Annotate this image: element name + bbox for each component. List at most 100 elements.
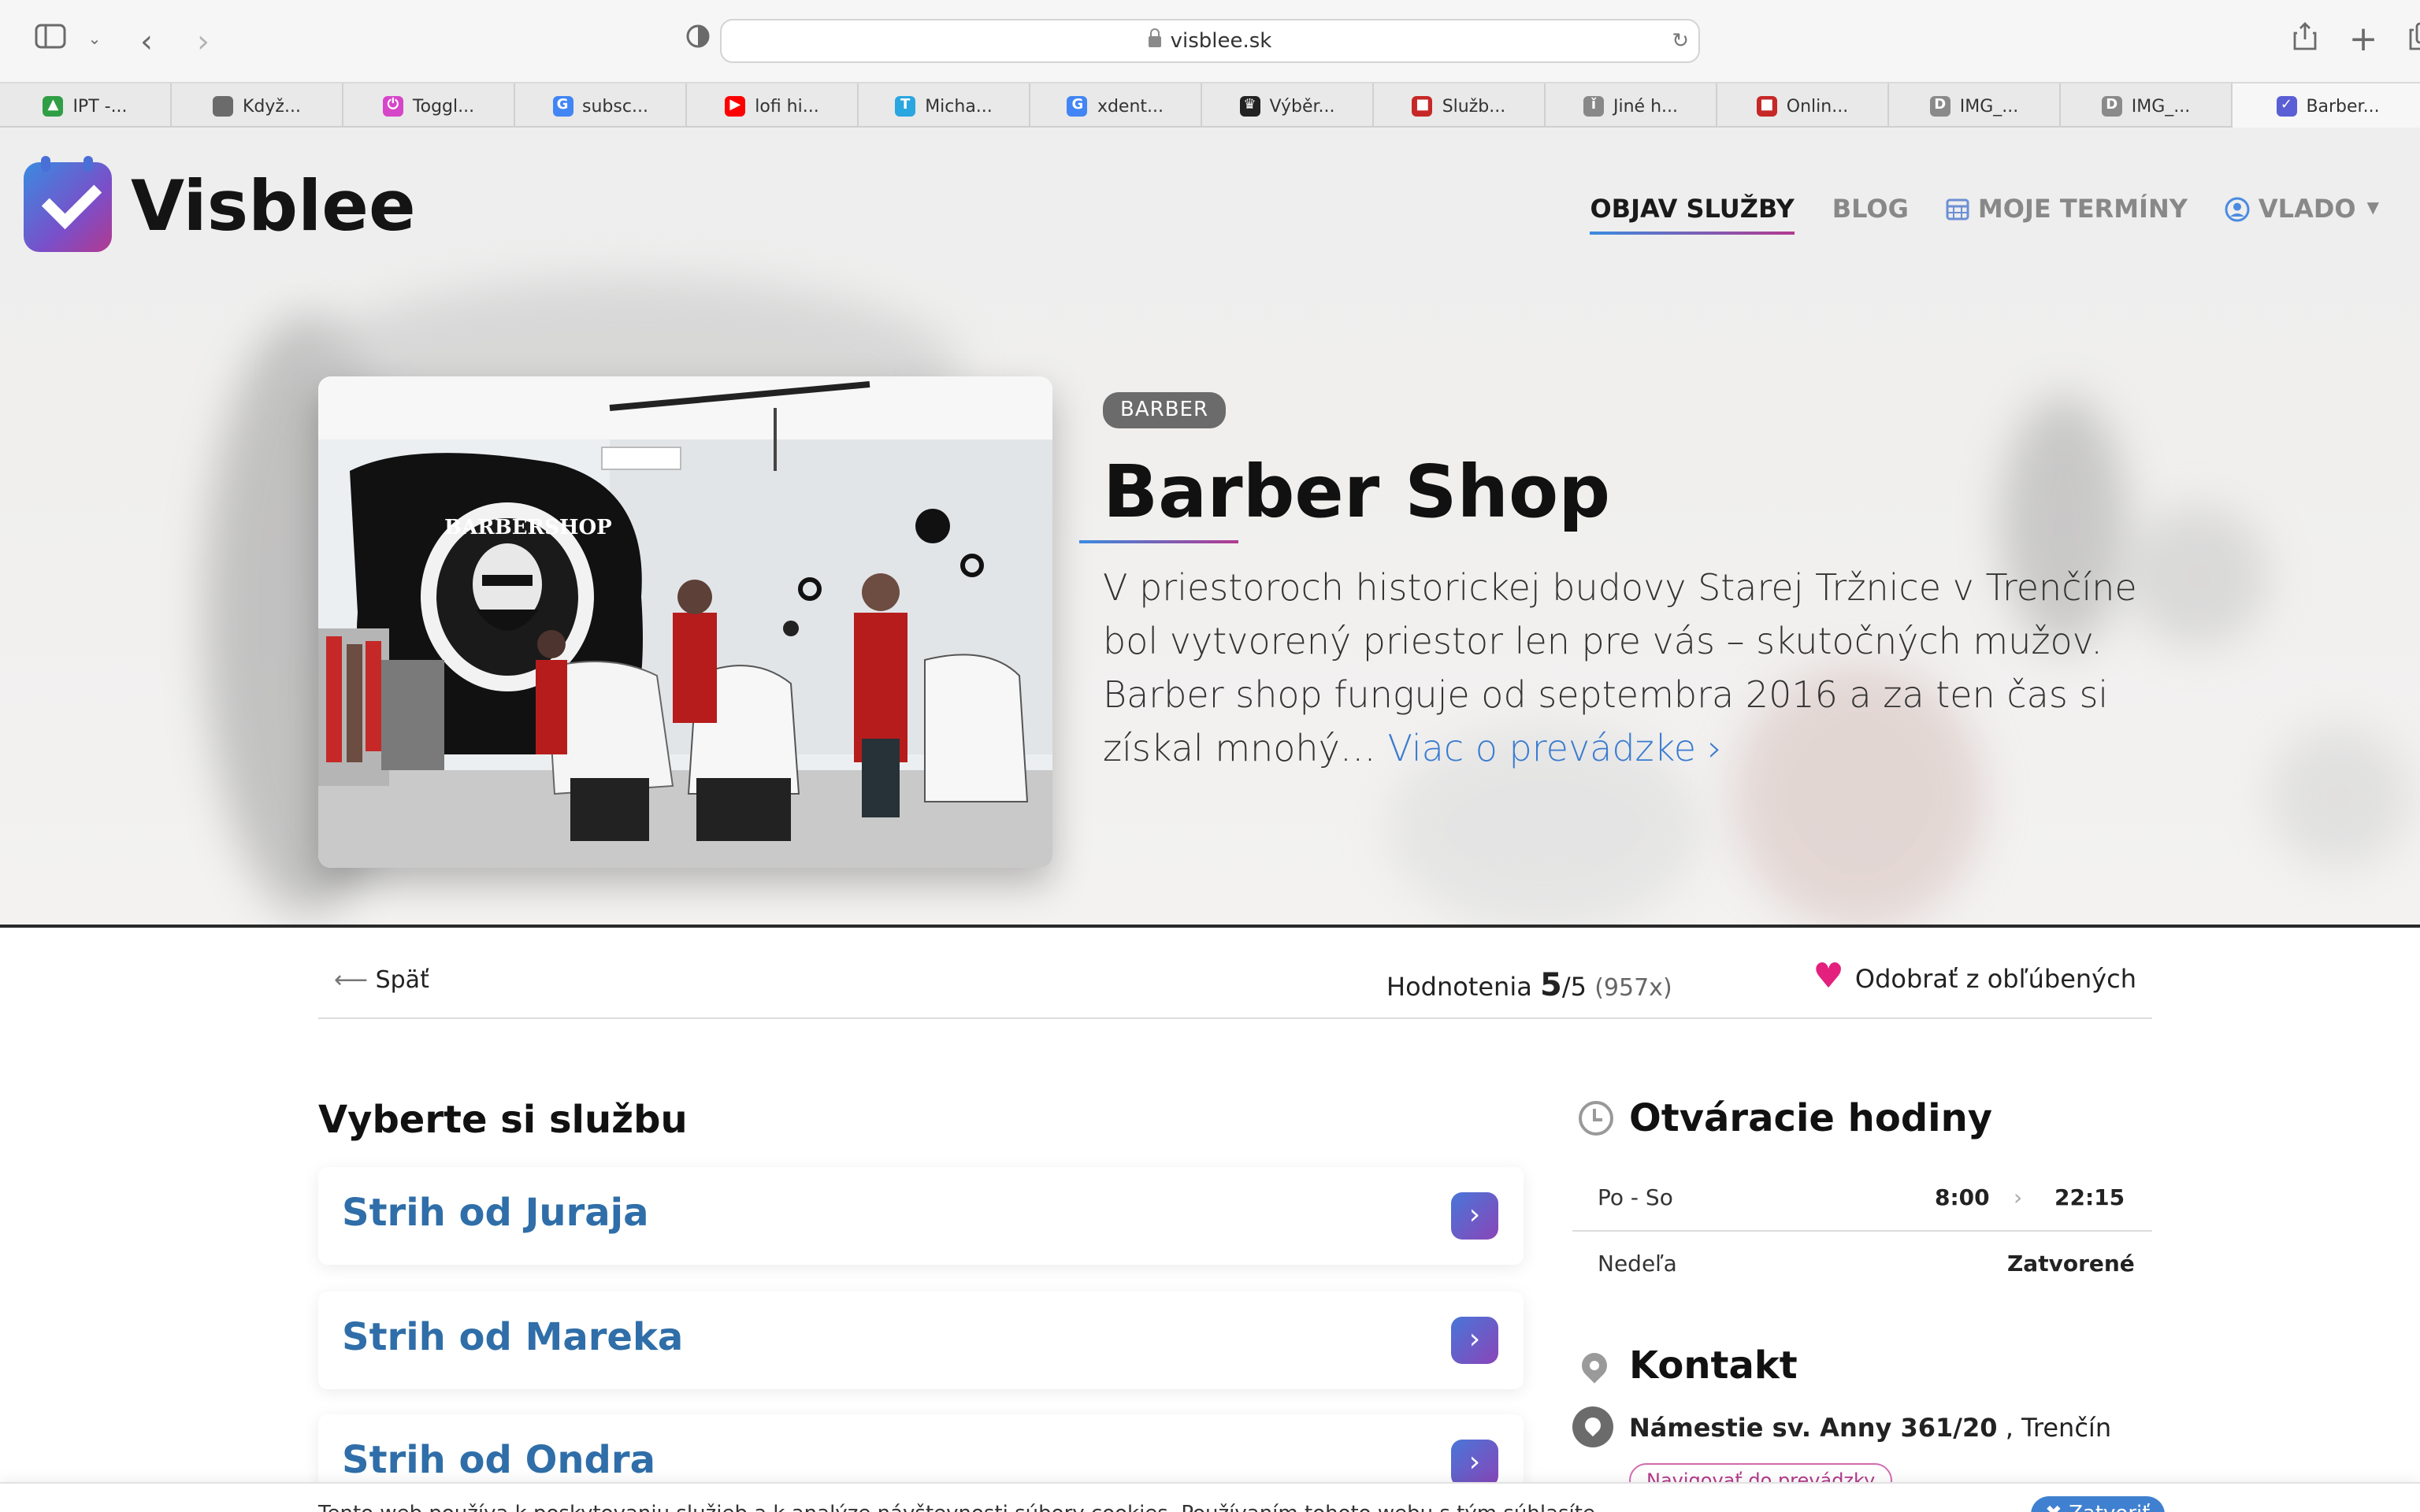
tab-favicon-icon: T <box>895 95 916 116</box>
tab-label: IPT -... <box>72 95 128 116</box>
nav-moje-terminy-label: MOJE TERMÍNY <box>1977 194 2188 224</box>
browser-tab[interactable]: ■ Onlin... <box>1717 83 1889 128</box>
address-street: Námestie sv. Anny 361/20 <box>1629 1412 1998 1442</box>
browser-tab[interactable]: ✓ Barber... <box>2233 83 2420 128</box>
tab-label: IMG_... <box>1959 95 2019 116</box>
tab-favicon-icon: ⏻ <box>382 95 403 116</box>
privacy-shield-icon[interactable] <box>679 22 717 60</box>
lock-icon <box>1148 28 1161 47</box>
tab-favicon-icon: G <box>552 95 573 116</box>
nav-objav-sluzby[interactable]: OBJAV SLUŽBY <box>1590 194 1795 235</box>
tab-overview-icon[interactable] <box>2407 22 2420 60</box>
share-icon[interactable] <box>2286 22 2324 60</box>
visblee-logo[interactable]: Visblee <box>24 156 416 252</box>
browser-tab[interactable]: ■ Služb... <box>1374 83 1546 128</box>
address-line: Námestie sv. Anny 361/20 , Trenčín <box>1572 1406 2111 1447</box>
chevron-right-icon[interactable]: › <box>1451 1317 1498 1364</box>
chevron-right-icon[interactable]: › <box>1451 1440 1498 1487</box>
tab-label: Micha... <box>925 95 993 116</box>
hours-row: Nedeľa Zatvorené <box>1572 1233 2152 1298</box>
rating-value: 5 <box>1540 965 1562 1003</box>
more-about-label: Viac o prevádzke <box>1387 729 1696 770</box>
logo-check-icon <box>24 156 112 252</box>
browser-tab[interactable]: T Micha... <box>859 83 1030 128</box>
browser-tab[interactable]: D IMG_... <box>2061 83 2233 128</box>
opening-hours-heading: Otváracie hodiny <box>1579 1096 1992 1140</box>
contact-title: Kontakt <box>1629 1343 1798 1388</box>
tab-label: Barber... <box>2306 95 2380 116</box>
remove-favorite-button[interactable]: ♥ Odobrať z obľúbených <box>1813 960 2136 995</box>
chevron-down-icon[interactable]: ⌄ <box>76 22 113 60</box>
tab-favicon-icon: D <box>1929 95 1950 116</box>
hours-days: Nedeľa <box>1598 1252 1677 1277</box>
main-nav: OBJAV SLUŽBY BLOG MOJE TERMÍNY VLADO ▼ <box>1590 194 2420 235</box>
tab-label: subsc... <box>582 95 648 116</box>
tab-favicon-icon: ■ <box>1412 95 1433 116</box>
caret-down-icon: ▼ <box>2366 200 2379 217</box>
tab-favicon-icon: ▲ <box>43 95 64 116</box>
hours-row: Po - So 8:00 › 22:15 <box>1572 1167 2152 1232</box>
chevron-right-icon: › <box>2014 1186 2023 1211</box>
hours-open: 8:00 <box>1935 1186 1990 1211</box>
services-title: Vyberte si službu <box>318 1098 688 1142</box>
forward-arrow-icon[interactable]: › <box>184 22 222 60</box>
nav-user-menu[interactable]: VLADO ▼ <box>2225 194 2420 224</box>
browser-tab[interactable]: D IMG_... <box>1889 83 2061 128</box>
tab-label: Onlin... <box>1786 95 1849 116</box>
rating[interactable]: Hodnotenia 5/5 (957x) <box>1386 965 1672 1003</box>
browser-tab[interactable]: Gsubsc... <box>515 83 687 128</box>
sidebar-toggle-icon[interactable] <box>32 22 69 60</box>
back-arrow-icon[interactable]: ‹ <box>128 22 165 60</box>
close-icon: ✖ <box>2045 1503 2062 1512</box>
tab-label: lofi hi... <box>755 95 819 116</box>
back-label: Späť <box>375 965 429 994</box>
hours-days: Po - So <box>1598 1186 1673 1211</box>
business-description: V priestoroch historickej budovy Starej … <box>1103 562 2174 776</box>
location-icon <box>1572 1406 1613 1447</box>
browser-tab[interactable]: ♛ Výběr... <box>1202 83 1374 128</box>
cookie-text: Tento web používa k poskytovaniu služieb… <box>318 1503 1602 1512</box>
map-pin-icon <box>1576 1347 1613 1384</box>
favorite-label: Odobrať z obľúbených <box>1854 963 2136 993</box>
more-about-link[interactable]: Viac o prevádzke › <box>1387 729 1722 770</box>
clock-icon <box>1579 1101 1613 1136</box>
cookie-close-label: Zatvoriť <box>2069 1503 2150 1512</box>
logo-text: Visblee <box>131 167 416 247</box>
contact-heading: Kontakt <box>1576 1343 1798 1388</box>
chevron-right-icon[interactable]: › <box>1451 1192 1498 1240</box>
browser-tab[interactable]: Když... <box>172 83 343 128</box>
browser-tab[interactable]: ▶ lofi hi... <box>687 83 859 128</box>
reload-icon[interactable]: ↻ <box>1672 20 1689 63</box>
browser-tab[interactable]: Gxdent... <box>1030 83 1202 128</box>
business-title: Barber Shop <box>1103 449 1611 534</box>
address-bar[interactable]: visblee.sk ↻ <box>720 19 1700 63</box>
browser-tab[interactable]: ▲ IPT -... <box>0 83 172 128</box>
opening-hours-title: Otváracie hodiny <box>1629 1096 1993 1140</box>
back-button[interactable]: ⟵ Späť <box>334 965 429 994</box>
browser-tab[interactable]: ⏻ Toggl... <box>343 83 515 128</box>
barbershop-photo: BARBERSHOP <box>318 376 1052 868</box>
user-icon <box>2225 196 2251 221</box>
new-tab-icon[interactable]: + <box>2344 21 2382 60</box>
cookie-close-button[interactable]: ✖ Zatvoriť <box>2031 1496 2165 1512</box>
info-bar: ⟵ Späť Hodnotenia 5/5 (957x) ♥ Odobrať z… <box>318 953 2152 1019</box>
tab-favicon-icon: D <box>2101 95 2122 116</box>
tab-favicon-icon: G <box>1067 95 1088 116</box>
nav-moje-terminy[interactable]: MOJE TERMÍNY <box>1947 194 2188 224</box>
rating-label: Hodnotenia <box>1386 972 1532 1002</box>
tab-label: xdent... <box>1097 95 1164 116</box>
nav-blog[interactable]: BLOG <box>1832 194 1909 224</box>
tab-label: Služb... <box>1442 95 1506 116</box>
url-text: visblee.sk <box>1170 30 1272 54</box>
cookie-bar: Tento web používa k poskytovaniu služieb… <box>0 1482 2420 1512</box>
chevron-right-icon: › <box>1696 729 1723 770</box>
title-underline <box>1079 540 1238 543</box>
hero-section: Visblee OBJAV SLUŽBY BLOG MOJE TERMÍNY V… <box>0 128 2420 928</box>
back-arrow-icon: ⟵ <box>334 965 369 994</box>
service-card[interactable]: Strih od Mareka › <box>318 1292 1524 1389</box>
hero-divider <box>0 925 2420 928</box>
browser-tab[interactable]: ǐ Jiné h... <box>1546 83 1717 128</box>
tab-strip: ▲ IPT -... Když... ⏻ Toggl... Gsubsc... ▶ lofi … <box>0 83 2420 128</box>
service-card[interactable]: Strih od Juraja › <box>318 1167 1524 1265</box>
service-name: Strih od Juraja <box>342 1191 649 1235</box>
